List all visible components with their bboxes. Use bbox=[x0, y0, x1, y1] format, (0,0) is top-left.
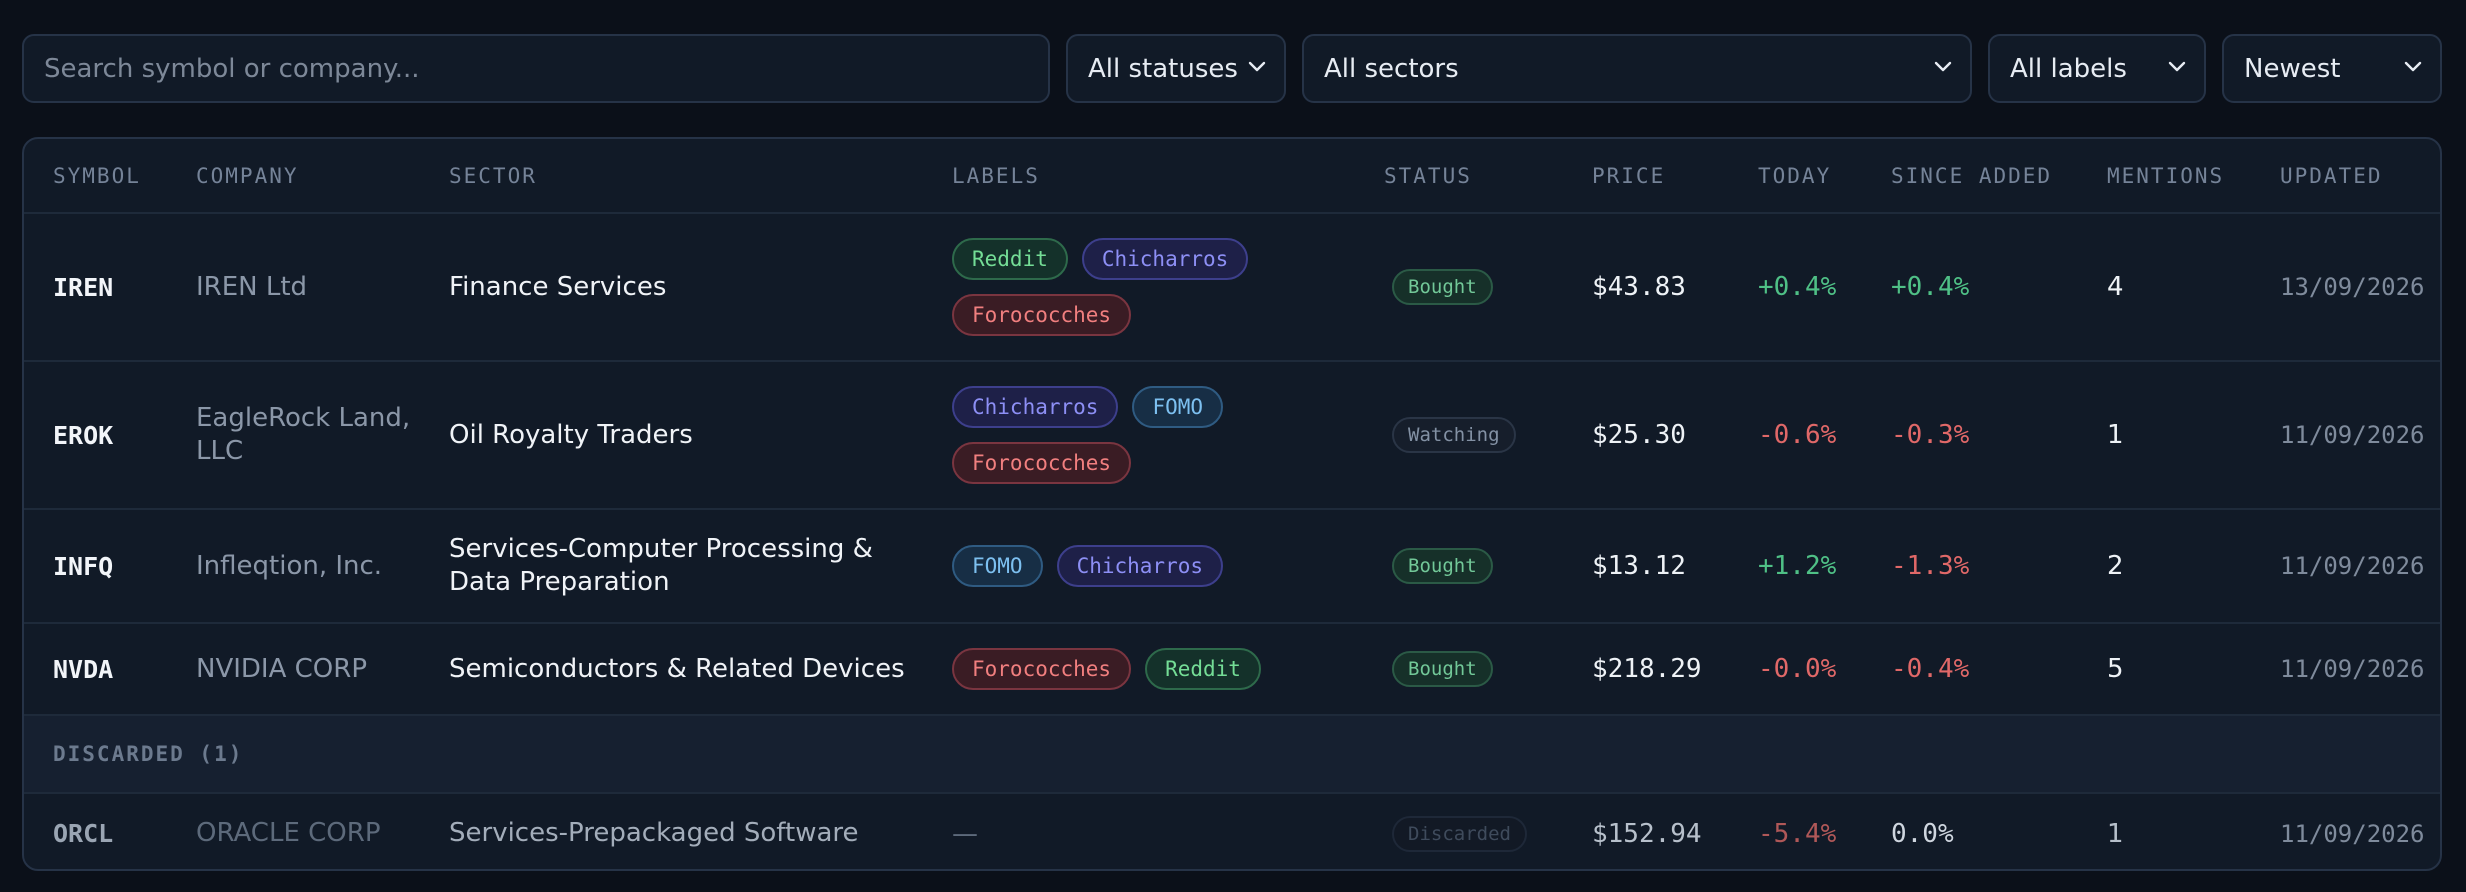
labels-empty: — bbox=[952, 818, 978, 849]
sector-cell: Oil Royalty Traders bbox=[449, 419, 693, 450]
sector-cell: Semiconductors & Related Devices bbox=[449, 653, 905, 684]
status-cell: Discarded bbox=[1392, 794, 1527, 869]
since-added-cell: -0.4% bbox=[1891, 654, 1970, 684]
labels-filter-select[interactable]: All labels bbox=[1988, 34, 2206, 103]
status-filter-select[interactable]: All statuses bbox=[1066, 34, 1286, 103]
price-cell: $13.12 bbox=[1592, 551, 1686, 581]
symbol-cell[interactable]: ORCL bbox=[53, 794, 113, 869]
price-cell: $43.83 bbox=[1592, 272, 1686, 302]
label-tag-fomo[interactable]: FOMO bbox=[952, 545, 1043, 587]
sector-cell: Services-Computer Processing & Data Prep… bbox=[449, 534, 873, 597]
today-change-cell: +1.2% bbox=[1758, 551, 1837, 581]
header-company[interactable]: COMPANY bbox=[196, 139, 299, 212]
table-row[interactable]: EROK EagleRock Land, LLC Oil Royalty Tra… bbox=[24, 362, 2440, 510]
chevron-down-icon bbox=[1246, 55, 1268, 77]
updated-cell: 11/09/2026 bbox=[2280, 819, 2425, 848]
header-labels[interactable]: LABELS bbox=[952, 139, 1040, 212]
labels-cell: Chicharros FOMO Forococches bbox=[952, 362, 1292, 508]
status-cell: Bought bbox=[1392, 510, 1493, 622]
updated-cell: 11/09/2026 bbox=[2280, 655, 2425, 683]
mentions-cell: 5 bbox=[2107, 654, 2124, 684]
label-tag-fomo[interactable]: FOMO bbox=[1132, 386, 1224, 428]
discarded-section-label: DISCARDED (1) bbox=[53, 742, 244, 766]
mentions-cell: 2 bbox=[2107, 551, 2124, 581]
today-change-cell: -0.6% bbox=[1758, 420, 1837, 450]
status-badge: Bought bbox=[1392, 548, 1493, 584]
labels-cell: FOMO Chicharros bbox=[952, 510, 1292, 622]
label-tag-reddit[interactable]: Reddit bbox=[1145, 648, 1261, 690]
table-row[interactable]: IREN IREN Ltd Finance Services Reddit Ch… bbox=[24, 214, 2440, 362]
sector-filter-select[interactable]: All sectors bbox=[1302, 34, 1972, 103]
status-badge: Watching bbox=[1392, 417, 1516, 453]
since-added-cell: -1.3% bbox=[1891, 551, 1970, 581]
chevron-down-icon bbox=[2166, 55, 2188, 77]
updated-cell: 11/09/2026 bbox=[2280, 552, 2425, 580]
header-updated[interactable]: UPDATED bbox=[2280, 139, 2383, 212]
labels-filter-value: All labels bbox=[2010, 53, 2127, 84]
updated-cell: 13/09/2026 bbox=[2280, 273, 2425, 301]
table-row[interactable]: INFQ Infleqtion, Inc. Services-Computer … bbox=[24, 510, 2440, 624]
watchlist-table: SYMBOL COMPANY SECTOR LABELS STATUS PRIC… bbox=[22, 137, 2442, 871]
header-today[interactable]: TODAY bbox=[1758, 139, 1831, 212]
sector-cell: Finance Services bbox=[449, 271, 667, 302]
status-badge: Bought bbox=[1392, 651, 1493, 687]
chevron-down-icon bbox=[2402, 55, 2424, 77]
mentions-cell: 4 bbox=[2107, 272, 2124, 302]
company-cell: Infleqtion, Inc. bbox=[196, 550, 383, 581]
symbol-cell[interactable]: INFQ bbox=[53, 510, 113, 622]
search-input[interactable]: Search symbol or company... bbox=[22, 34, 1050, 103]
discarded-section-header[interactable]: DISCARDED (1) bbox=[24, 716, 2440, 794]
sort-select[interactable]: Newest bbox=[2222, 34, 2442, 103]
labels-cell: Forococches Reddit bbox=[952, 624, 1292, 714]
header-status[interactable]: STATUS bbox=[1384, 139, 1472, 212]
symbol-cell[interactable]: EROK bbox=[53, 362, 113, 508]
header-since-added[interactable]: SINCE ADDED bbox=[1891, 139, 2052, 212]
symbol-cell[interactable]: IREN bbox=[53, 214, 113, 360]
today-change-cell: -0.0% bbox=[1758, 654, 1837, 684]
sort-value: Newest bbox=[2244, 53, 2341, 84]
table-row[interactable]: NVDA NVIDIA CORP Semiconductors & Relate… bbox=[24, 624, 2440, 716]
labels-cell: Reddit Chicharros Forococches bbox=[952, 214, 1292, 360]
label-tag-chicharros[interactable]: Chicharros bbox=[1081, 238, 1249, 280]
status-badge: Discarded bbox=[1392, 815, 1527, 852]
status-cell: Bought bbox=[1392, 214, 1493, 360]
label-tag-reddit[interactable]: Reddit bbox=[952, 238, 1068, 280]
header-price[interactable]: PRICE bbox=[1592, 139, 1665, 212]
today-change-cell: +0.4% bbox=[1758, 272, 1837, 302]
chevron-down-icon bbox=[1932, 55, 1954, 77]
mentions-cell: 1 bbox=[2107, 818, 2124, 849]
label-tag-chicharros[interactable]: Chicharros bbox=[952, 386, 1119, 428]
header-mentions[interactable]: MENTIONS bbox=[2107, 139, 2224, 212]
label-tag-forocoches[interactable]: Forococches bbox=[952, 294, 1132, 336]
label-tag-forocoches[interactable]: Forococches bbox=[952, 442, 1132, 484]
label-tag-chicharros[interactable]: Chicharros bbox=[1056, 545, 1224, 587]
today-change-cell: -5.4% bbox=[1758, 818, 1837, 849]
symbol-cell[interactable]: NVDA bbox=[53, 624, 113, 714]
price-cell: $218.29 bbox=[1592, 654, 1702, 684]
price-cell: $25.30 bbox=[1592, 420, 1686, 450]
status-filter-value: All statuses bbox=[1088, 53, 1238, 84]
company-cell: NVIDIA CORP bbox=[196, 653, 368, 684]
header-symbol[interactable]: SYMBOL bbox=[53, 139, 141, 212]
since-added-cell: +0.4% bbox=[1891, 272, 1970, 302]
company-cell: EagleRock Land, LLC bbox=[196, 403, 411, 466]
header-sector[interactable]: SECTOR bbox=[449, 139, 537, 212]
since-added-cell: -0.3% bbox=[1891, 420, 1970, 450]
status-badge: Bought bbox=[1392, 269, 1493, 305]
search-placeholder: Search symbol or company... bbox=[44, 53, 420, 84]
mentions-cell: 1 bbox=[2107, 420, 2124, 450]
company-cell: ORACLE CORP bbox=[196, 818, 381, 848]
table-header-row: SYMBOL COMPANY SECTOR LABELS STATUS PRIC… bbox=[24, 139, 2440, 214]
price-cell: $152.94 bbox=[1592, 818, 1702, 849]
label-tag-forocoches[interactable]: Forococches bbox=[952, 648, 1132, 690]
company-cell: IREN Ltd bbox=[196, 271, 308, 302]
updated-cell: 11/09/2026 bbox=[2280, 421, 2425, 449]
since-added-cell: 0.0% bbox=[1891, 818, 1954, 849]
sector-filter-value: All sectors bbox=[1324, 53, 1459, 84]
sector-cell: Services-Prepackaged Software bbox=[449, 818, 859, 848]
status-cell: Bought bbox=[1392, 624, 1493, 714]
status-cell: Watching bbox=[1392, 362, 1516, 508]
table-row-discarded[interactable]: ORCL ORACLE CORP Services-Prepackaged So… bbox=[24, 794, 2440, 869]
